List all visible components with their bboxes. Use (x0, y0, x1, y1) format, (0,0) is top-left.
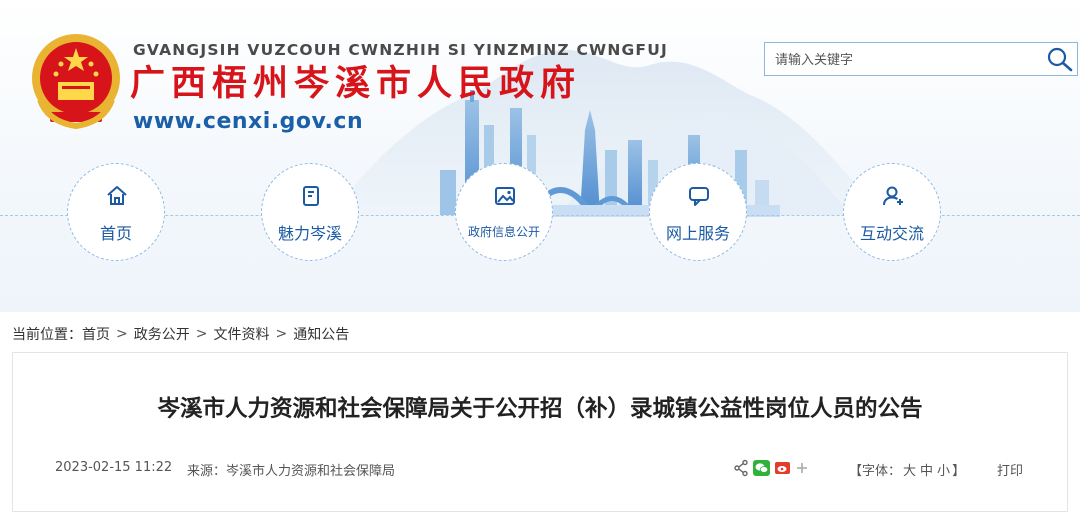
search-input[interactable] (773, 43, 1037, 77)
nav-item-online-service[interactable]: 网上服务 (649, 163, 747, 261)
site-pinyin-name: GVANGJSIH VUZCOUH CWNZHIH SI YINZMINZ CW… (133, 41, 668, 59)
nav-item-charm-cenxi[interactable]: 魅力岑溪 (261, 163, 359, 261)
image-icon (495, 187, 515, 205)
font-size-label-prefix: 【字体： (849, 464, 902, 479)
breadcrumb: 当前位置：首页 > 政务公开 > 文件资料 > 通知公告 (12, 324, 349, 344)
breadcrumb-item-notices[interactable]: 通知公告 (293, 327, 349, 343)
breadcrumb-separator: > (116, 326, 128, 342)
site-header: GVANGJSIH VUZCOUH CWNZHIH SI YINZMINZ CW… (0, 0, 1080, 312)
nav-item-interaction[interactable]: 互动交流 (843, 163, 941, 261)
breadcrumb-item-home[interactable]: 首页 (82, 327, 110, 343)
wechat-share-icon[interactable] (753, 459, 771, 477)
article-panel (12, 352, 1068, 512)
weibo-share-icon[interactable] (775, 459, 791, 477)
nav-item-label: 首页 (99, 224, 132, 243)
print-button[interactable]: 打印 (997, 460, 1023, 479)
breadcrumb-item-gov-affairs[interactable]: 政务公开 (134, 327, 190, 343)
font-size-large[interactable]: 大 (903, 464, 916, 479)
font-size-small[interactable]: 小 (937, 464, 950, 479)
share-icon[interactable] (734, 459, 748, 477)
nav-item-gov-info-disclosure[interactable]: 政府信息公开 (455, 163, 553, 261)
search-box (764, 42, 1078, 77)
nav-item-label: 互动交流 (859, 224, 924, 243)
search-icon (1047, 47, 1073, 72)
search-button[interactable] (1045, 45, 1075, 73)
home-icon (107, 186, 127, 205)
nav-item-label: 魅力岑溪 (277, 224, 342, 243)
breadcrumb-item-documents[interactable]: 文件资料 (213, 327, 269, 343)
nav-item-label: 网上服务 (665, 224, 730, 243)
document-icon (303, 186, 319, 206)
breadcrumb-separator: > (195, 326, 208, 342)
font-size-label-suffix: 】 (952, 464, 966, 479)
font-size-medium[interactable]: 中 (920, 464, 933, 479)
chat-icon (689, 187, 709, 206)
nav-item-label: 政府信息公开 (467, 225, 540, 239)
site-url[interactable]: www.cenxi.gov.cn (133, 109, 363, 134)
article-source: 来源：岑溪市人力资源和社会保障局 (187, 464, 396, 479)
breadcrumb-separator: > (275, 326, 288, 342)
font-size-control: 【字体：大中小】 (849, 460, 965, 479)
user-add-icon (883, 186, 903, 206)
nav-item-home[interactable]: 首页 (67, 163, 165, 261)
national-emblem-logo (32, 34, 120, 130)
breadcrumb-prefix: 当前位置： (12, 327, 82, 343)
article-date: 2023-02-15 11:22 (55, 460, 173, 475)
more-share-icon[interactable] (796, 459, 808, 477)
site-title: 广西梧州岑溪市人民政府 (130, 64, 582, 104)
article-title: 岑溪市人力资源和社会保障局关于公开招（补）录城镇公益性岗位人员的公告 (157, 396, 923, 422)
